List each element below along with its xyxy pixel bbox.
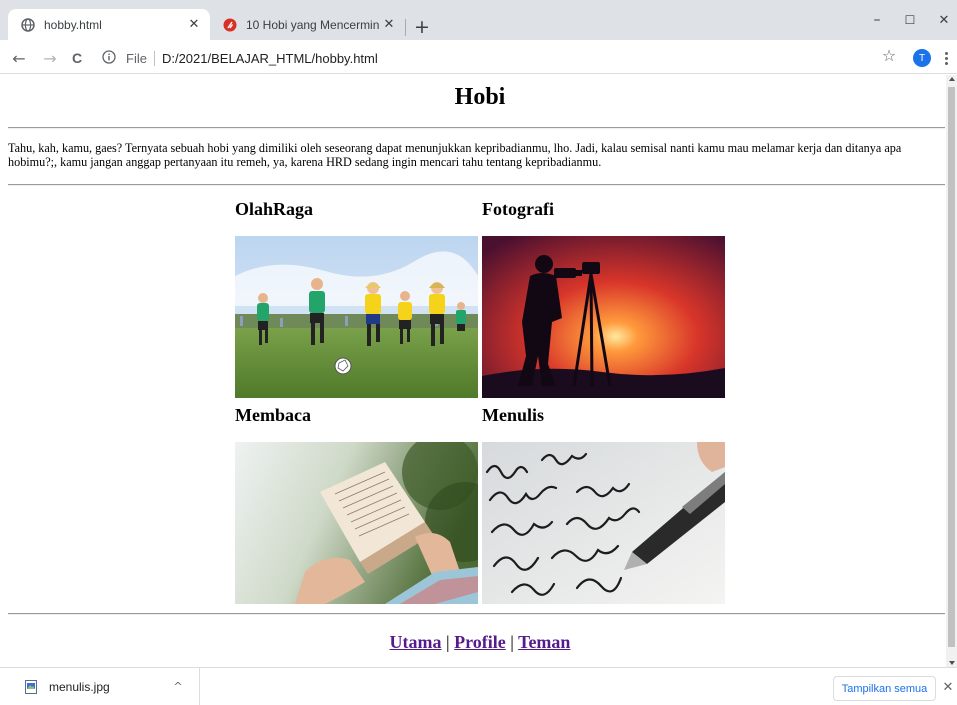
site-red-icon [222,17,238,33]
intro-paragraph: Tahu, kah, kamu, gaes? Ternyata sebuah h… [8,141,902,169]
nav-separator: | [510,632,514,652]
globe-icon [20,17,36,33]
hobby-title: Fotografi [482,199,554,219]
close-shelf-icon[interactable]: ✕ [941,678,955,696]
url-text[interactable]: D:/2021/BELAJAR_HTML/hobby.html [162,51,378,66]
hobby-title: Membaca [235,405,311,425]
hobby-fotografi: Fotografi [482,199,725,219]
close-window-button[interactable]: ✕ [924,0,957,40]
divider [8,127,945,129]
download-shelf: menulis.jpg ^ Tampilkan semua ✕ [0,667,957,705]
hobby-menulis: Menulis [482,405,725,425]
avatar[interactable]: T [913,49,931,67]
tab-title: hobby.html [44,17,102,32]
forward-button[interactable]: → [39,47,61,69]
divider [8,184,945,186]
image-file-icon [25,679,37,694]
tab-title: 10 Hobi yang Mencerminkan Kep [246,17,379,32]
scrollbar-thumb[interactable] [948,87,955,647]
url-divider [153,50,155,66]
hobby-title: OlahRaga [235,199,314,219]
reload-button[interactable]: C [66,47,88,69]
tab-close-icon[interactable]: ✕ [379,15,399,35]
star-icon[interactable]: ☆ [880,46,898,65]
page-viewport: Hobi Tahu, kah, kamu, gaes? Ternyata seb… [0,75,946,667]
show-all-downloads-button[interactable]: Tampilkan semua [833,676,936,701]
vertical-scrollbar[interactable] [946,75,957,667]
scroll-down-icon[interactable] [949,661,955,665]
nav-link-utama[interactable]: Utama [390,632,442,652]
tab-divider [405,19,406,36]
browser-toolbar: ← → C File D:/2021/BELAJAR_HTML/hobby.ht… [0,40,957,74]
hobby-membaca: Membaca [235,405,478,425]
page-title: Hobi [454,84,506,110]
new-tab-button[interactable]: + [411,16,433,38]
tab-hobi-article[interactable]: 10 Hobi yang Mencerminkan Kep ✕ [210,9,405,40]
url-scheme-label: File [126,50,147,66]
nav-link-teman[interactable]: Teman [518,632,570,652]
download-file-name: menulis.jpg [49,679,110,694]
footer-nav: Utama | Profile | Teman [0,632,946,653]
hobby-olahraga: OlahRaga [235,199,478,219]
back-button[interactable]: ← [8,47,30,69]
hobby-title: Menulis [482,405,545,425]
divider [8,613,945,615]
chevron-up-icon[interactable]: ^ [171,680,185,693]
kebab-menu-icon[interactable] [940,48,952,68]
scroll-up-icon[interactable] [949,77,955,81]
tab-hobby[interactable]: hobby.html ✕ [8,9,210,40]
download-item[interactable]: menulis.jpg ^ [0,668,200,705]
address-bar[interactable]: File D:/2021/BELAJAR_HTML/hobby.html [96,46,906,70]
tab-close-icon[interactable]: ✕ [184,15,204,35]
nav-separator: | [446,632,450,652]
tab-strip: hobby.html ✕ 10 Hobi yang Mencerminkan K… [0,0,957,40]
nav-link-profile[interactable]: Profile [454,632,506,652]
info-icon[interactable] [102,50,118,66]
